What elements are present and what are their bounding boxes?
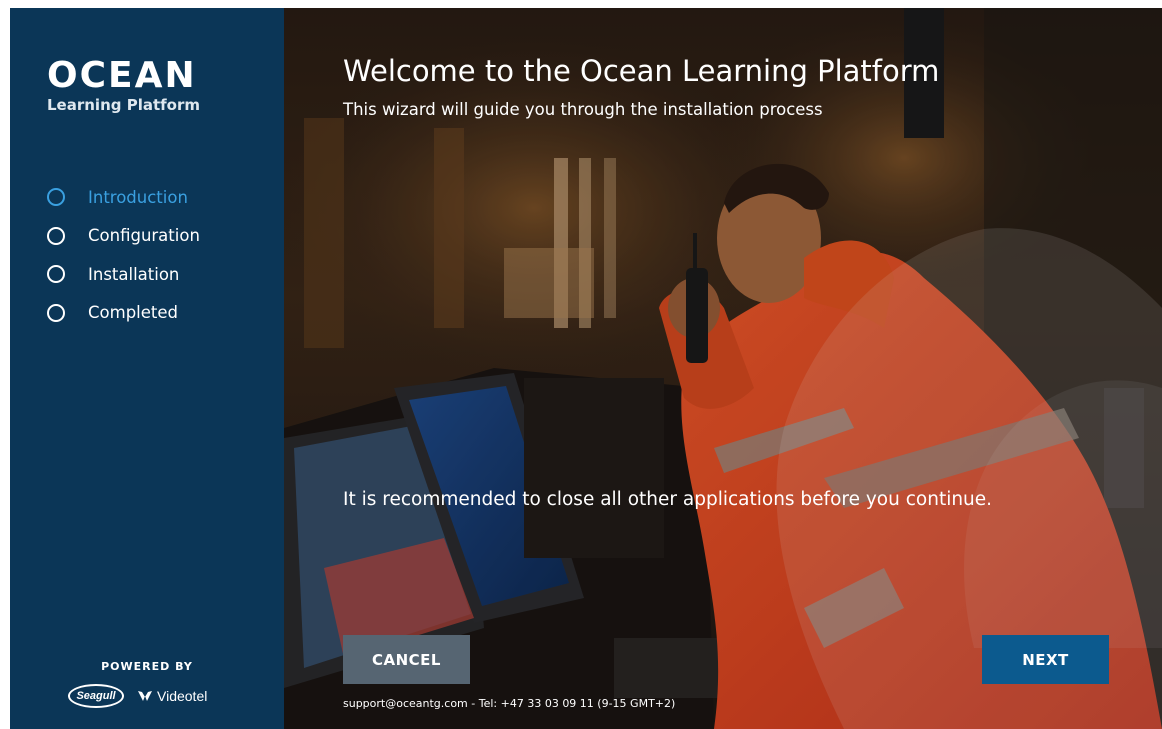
seagull-logo: Seagull — [68, 684, 124, 708]
close-apps-notice: It is recommended to close all other app… — [343, 489, 993, 510]
wizard-steps: Introduction Configuration Installation … — [47, 178, 200, 332]
videotel-logo: Videotel — [138, 688, 207, 704]
step-installation[interactable]: Installation — [47, 255, 200, 294]
support-contact: support@oceantg.com - Tel: +47 33 03 09 … — [343, 697, 676, 710]
videotel-logo-text: Videotel — [157, 688, 208, 704]
step-label: Installation — [88, 264, 180, 284]
step-label: Completed — [88, 303, 178, 323]
sidebar: OCEAN Learning Platform Introduction Con… — [10, 8, 284, 729]
next-button[interactable]: NEXT — [982, 635, 1109, 684]
logo-subtitle: Learning Platform — [47, 96, 200, 114]
step-configuration[interactable]: Configuration — [47, 217, 200, 256]
step-completed[interactable]: Completed — [47, 294, 200, 333]
partner-logos: Seagull Videotel — [68, 684, 207, 708]
step-introduction[interactable]: Introduction — [47, 178, 200, 217]
installer-window: OCEAN Learning Platform Introduction Con… — [10, 8, 1162, 729]
step-circle-icon — [47, 226, 65, 245]
page-subtitle: This wizard will guide you through the i… — [343, 100, 823, 119]
step-circle-icon — [47, 188, 65, 207]
powered-by-label: POWERED BY — [101, 660, 193, 673]
logo-title: OCEAN — [47, 55, 197, 96]
cancel-button[interactable]: CANCEL — [343, 635, 470, 684]
page-title: Welcome to the Ocean Learning Platform — [343, 54, 940, 88]
videotel-mark-icon — [138, 691, 152, 701]
step-label: Configuration — [88, 226, 200, 246]
step-circle-icon — [47, 265, 65, 284]
step-circle-icon — [47, 303, 65, 322]
seagull-logo-text: Seagull — [76, 690, 116, 702]
step-label: Introduction — [88, 187, 188, 207]
main-panel: Welcome to the Ocean Learning Platform T… — [284, 8, 1162, 729]
